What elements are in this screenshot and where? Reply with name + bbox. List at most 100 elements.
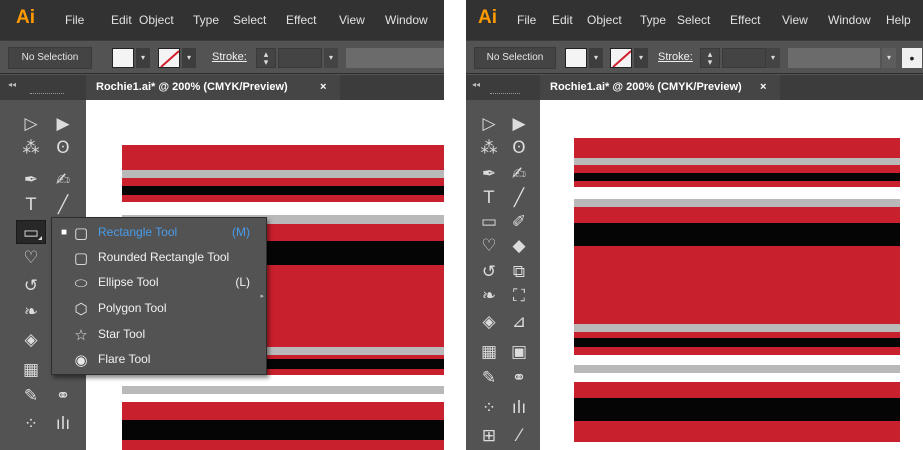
menu-edit[interactable]: Edit bbox=[111, 13, 132, 27]
lasso-tool-icon[interactable]: ʘ bbox=[504, 136, 534, 160]
rectangle-tool-icon[interactable]: ▭ bbox=[16, 220, 46, 244]
flyout-item-polygon-tool[interactable]: ⬡ Polygon Tool bbox=[52, 296, 266, 321]
menu-select[interactable]: Select bbox=[233, 13, 266, 27]
fill-swatch[interactable] bbox=[112, 48, 134, 68]
menu-window[interactable]: Window bbox=[828, 13, 871, 27]
eraser-tool-icon[interactable]: ◆ bbox=[504, 234, 534, 258]
menu-file[interactable]: File bbox=[517, 13, 536, 27]
shaper-tool-icon[interactable]: ♡ bbox=[16, 246, 46, 270]
shape-builder-tool-icon[interactable]: ◈ bbox=[16, 328, 46, 352]
flyout-item-label: Star Tool bbox=[98, 327, 146, 341]
fill-dropdown-icon[interactable]: ▾ bbox=[589, 48, 603, 68]
mesh-tool-icon[interactable]: ▦ bbox=[474, 340, 504, 364]
variable-width-dropdown-icon[interactable]: ▾ bbox=[882, 48, 896, 68]
warp-tool-icon[interactable]: ❧ bbox=[474, 284, 504, 308]
lasso-tool-icon[interactable]: ʘ bbox=[48, 136, 78, 160]
tearoff-arrow-icon[interactable]: ▸ bbox=[260, 292, 264, 300]
rotate-tool-icon[interactable]: ↺ bbox=[16, 274, 46, 298]
warp-tool-icon[interactable]: ❧ bbox=[16, 300, 46, 324]
column-graph-tool-icon[interactable]: ılı bbox=[504, 396, 534, 420]
menu-object[interactable]: Object bbox=[587, 13, 622, 27]
menu-view[interactable]: View bbox=[339, 13, 365, 27]
toolbox-grip[interactable] bbox=[30, 93, 64, 95]
column-graph-tool-icon[interactable]: ılı bbox=[48, 412, 78, 436]
toolbox-grip[interactable] bbox=[490, 93, 520, 95]
stroke-swatch[interactable] bbox=[610, 48, 632, 68]
blend-tool-icon[interactable]: ⚭ bbox=[504, 366, 534, 390]
magic-wand-tool-icon[interactable]: ⁂ bbox=[16, 136, 46, 160]
flyout-item-rounded-rectangle-tool[interactable]: ▢ Rounded Rectangle Tool bbox=[52, 245, 266, 270]
eyedropper-tool-icon[interactable]: ✎ bbox=[16, 384, 46, 408]
menu-effect[interactable]: Effect bbox=[286, 13, 316, 27]
curvature-tool-icon[interactable]: ✍ bbox=[504, 162, 534, 186]
fill-dropdown-icon[interactable]: ▾ bbox=[136, 48, 150, 68]
menu-edit[interactable]: Edit bbox=[552, 13, 573, 27]
stroke-label[interactable]: Stroke: bbox=[658, 51, 693, 63]
stroke-dropdown-icon[interactable]: ▾ bbox=[182, 48, 196, 68]
gradient-tool-icon[interactable]: ▣ bbox=[504, 340, 534, 364]
close-tab-icon[interactable]: × bbox=[760, 75, 766, 100]
stroke-swatch[interactable] bbox=[158, 48, 180, 68]
scale-tool-icon[interactable]: ⧉ bbox=[504, 260, 534, 284]
pen-tool-icon[interactable]: ✒ bbox=[474, 162, 504, 186]
eyedropper-tool-icon[interactable]: ✎ bbox=[474, 366, 504, 390]
variable-width-field[interactable] bbox=[346, 48, 444, 68]
stroke-weight-field[interactable] bbox=[278, 48, 322, 68]
rectangle-tool-icon[interactable]: ▭ bbox=[474, 210, 504, 234]
flyout-item-star-tool[interactable]: ☆ Star Tool bbox=[52, 322, 266, 347]
artboard[interactable] bbox=[540, 100, 923, 450]
close-tab-icon[interactable]: × bbox=[320, 75, 326, 100]
direct-selection-tool-icon[interactable]: ▶ bbox=[504, 112, 534, 136]
artboard-tool-icon[interactable]: ⊞ bbox=[474, 424, 504, 448]
stroke-dropdown-icon[interactable]: ▾ bbox=[634, 48, 648, 68]
paintbrush-tool-icon[interactable]: ✐ bbox=[504, 210, 534, 234]
menu-select[interactable]: Select bbox=[677, 13, 710, 27]
pen-tool-icon[interactable]: ✒ bbox=[16, 168, 46, 192]
stripe-grey bbox=[574, 365, 900, 373]
document-tab[interactable]: Rochie1.ai* @ 200% (CMYK/Preview) bbox=[540, 75, 780, 100]
curvature-tool-icon[interactable]: ✍ bbox=[48, 168, 78, 192]
type-tool-icon[interactable]: T bbox=[474, 186, 504, 210]
flyout-item-rectangle-tool[interactable]: ■ ▢ Rectangle Tool (M) bbox=[52, 220, 266, 245]
bullet-icon[interactable]: • bbox=[902, 48, 922, 68]
stroke-weight-dropdown-icon[interactable]: ▾ bbox=[324, 48, 338, 68]
menu-file[interactable]: File bbox=[65, 13, 84, 27]
perspective-grid-tool-icon[interactable]: ⊿ bbox=[504, 310, 534, 334]
type-tool-icon[interactable]: T bbox=[16, 193, 46, 217]
shaper-tool-icon[interactable]: ♡ bbox=[474, 234, 504, 258]
menu-object[interactable]: Object bbox=[139, 13, 174, 27]
mesh-tool-icon[interactable]: ▦ bbox=[16, 358, 46, 382]
stroke-weight-dropdown-icon[interactable]: ▾ bbox=[766, 48, 780, 68]
shape-builder-tool-icon[interactable]: ◈ bbox=[474, 310, 504, 334]
collapse-icon[interactable]: ◂◂ bbox=[8, 80, 16, 89]
menu-window[interactable]: Window bbox=[385, 13, 428, 27]
free-transform-tool-icon[interactable]: ⛶ bbox=[504, 284, 534, 308]
stripe-black bbox=[122, 420, 444, 440]
variable-width-field[interactable] bbox=[788, 48, 880, 68]
menu-effect[interactable]: Effect bbox=[730, 13, 760, 27]
direct-selection-tool-icon[interactable]: ▶ bbox=[48, 112, 78, 136]
blend-tool-icon[interactable]: ⚭ bbox=[48, 384, 78, 408]
stroke-label[interactable]: Stroke: bbox=[212, 51, 247, 63]
selection-tool-icon[interactable]: ▷ bbox=[16, 112, 46, 136]
slice-tool-icon[interactable]: ⁄ bbox=[504, 424, 534, 448]
line-segment-tool-icon[interactable]: ╱ bbox=[504, 186, 534, 210]
flyout-item-ellipse-tool[interactable]: ⬭ Ellipse Tool (L) bbox=[52, 270, 266, 295]
symbol-sprayer-tool-icon[interactable]: ⁘ bbox=[474, 396, 504, 420]
stroke-weight-field[interactable] bbox=[722, 48, 766, 68]
document-tab[interactable]: Rochie1.ai* @ 200% (CMYK/Preview) bbox=[86, 75, 340, 100]
menu-type[interactable]: Type bbox=[193, 13, 219, 27]
rotate-tool-icon[interactable]: ↺ bbox=[474, 260, 504, 284]
stroke-weight-stepper[interactable]: ▴ ▾ bbox=[256, 48, 276, 68]
magic-wand-tool-icon[interactable]: ⁂ bbox=[474, 136, 504, 160]
stroke-weight-stepper[interactable]: ▴ ▾ bbox=[700, 48, 720, 68]
menu-type[interactable]: Type bbox=[640, 13, 666, 27]
symbol-sprayer-tool-icon[interactable]: ⁘ bbox=[16, 412, 46, 436]
menu-help[interactable]: Help bbox=[886, 13, 911, 27]
flyout-item-flare-tool[interactable]: ◉ Flare Tool bbox=[52, 347, 266, 372]
fill-swatch[interactable] bbox=[565, 48, 587, 68]
selection-tool-icon[interactable]: ▷ bbox=[474, 112, 504, 136]
menu-view[interactable]: View bbox=[782, 13, 808, 27]
collapse-icon[interactable]: ◂◂ bbox=[472, 80, 480, 89]
line-segment-tool-icon[interactable]: ╱ bbox=[48, 193, 78, 217]
